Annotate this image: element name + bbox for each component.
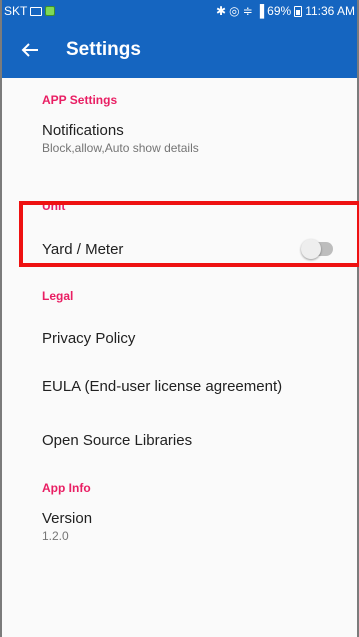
section-header-unit: Unit bbox=[42, 199, 66, 213]
app-bar: Settings bbox=[2, 22, 357, 78]
section-header-legal: Legal bbox=[42, 289, 74, 303]
arrow-left-icon bbox=[21, 43, 38, 57]
yard-meter-setting[interactable]: Yard / Meter bbox=[2, 224, 357, 274]
open-source-libraries-label: Open Source Libraries bbox=[42, 431, 193, 449]
wifi-icon: ≑ bbox=[242, 4, 253, 18]
status-bar: SKT ✱ ◎ ≑ ▐ 69% 11:36 AM bbox=[2, 0, 357, 22]
bluetooth-icon: ✱ bbox=[216, 4, 227, 18]
status-left: SKT bbox=[4, 4, 56, 18]
section-header-app-settings: APP Settings bbox=[42, 93, 118, 107]
alarm-icon: ◎ bbox=[229, 4, 240, 18]
eula-label: EULA (End-user license agreement) bbox=[42, 377, 283, 395]
section-header-app-info: App Info bbox=[42, 481, 91, 495]
message-icon bbox=[30, 6, 43, 16]
clock: 11:36 AM bbox=[305, 4, 355, 18]
carrier-label: SKT bbox=[4, 4, 28, 18]
privacy-policy-label: Privacy Policy bbox=[42, 329, 136, 347]
status-right: ✱ ◎ ≑ ▐ 69% 11:36 AM bbox=[216, 4, 355, 18]
battery-icon bbox=[294, 5, 303, 17]
notifications-title: Notifications bbox=[42, 122, 124, 139]
version-value: 1.2.0 bbox=[42, 529, 69, 543]
version-title: Version bbox=[42, 510, 93, 527]
notifications-setting[interactable]: Notifications Block,allow,Auto show deta… bbox=[2, 122, 357, 184]
back-button[interactable] bbox=[2, 22, 58, 78]
phone-frame: SKT ✱ ◎ ≑ ▐ 69% 11:36 AM Settings APP Se… bbox=[0, 0, 359, 637]
page-title: Settings bbox=[66, 39, 141, 60]
yard-meter-title: Yard / Meter bbox=[42, 240, 124, 258]
notifications-summary: Block,allow,Auto show details bbox=[42, 141, 199, 155]
eula-item[interactable]: EULA (End-user license agreement) bbox=[2, 358, 357, 414]
version-item: Version 1.2.0 bbox=[2, 510, 357, 560]
privacy-policy-item[interactable]: Privacy Policy bbox=[2, 318, 357, 358]
signal-icon: ▐ bbox=[255, 4, 265, 18]
open-source-libraries-item[interactable]: Open Source Libraries bbox=[2, 414, 357, 466]
toggle-thumb bbox=[301, 239, 321, 259]
battery-percent: 69% bbox=[267, 4, 292, 18]
app-notification-icon bbox=[45, 6, 56, 16]
settings-list: APP Settings Notifications Block,allow,A… bbox=[2, 78, 357, 560]
yard-meter-toggle[interactable] bbox=[301, 239, 333, 259]
